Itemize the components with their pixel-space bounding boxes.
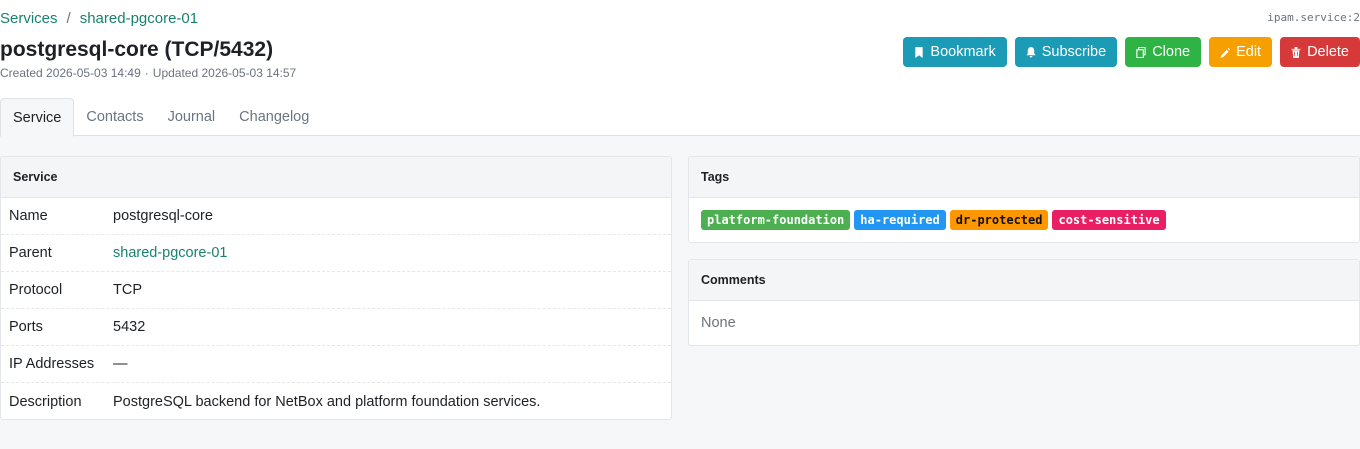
copy-icon xyxy=(1136,46,1146,58)
comments-card-header: Comments xyxy=(689,260,1359,301)
page-title: postgresql-core (TCP/5432) xyxy=(0,38,274,61)
attribute-row-ports: Ports 5432 xyxy=(1,309,671,346)
tags-card-header: Tags xyxy=(689,157,1359,198)
tab-changelog[interactable]: Changelog xyxy=(227,98,321,136)
attribute-value: TCP xyxy=(113,282,142,298)
tag-badge[interactable]: cost-sensitive xyxy=(1052,210,1166,230)
attribute-label: Protocol xyxy=(9,282,63,298)
subscribe-button-label: Subscribe xyxy=(1041,44,1107,60)
attribute-value: 5432 xyxy=(113,319,146,335)
attribute-value: PostgreSQL backend for NetBox and platfo… xyxy=(113,393,541,410)
attribute-value: postgresql-core xyxy=(113,208,213,224)
edit-button[interactable]: Edit xyxy=(1209,37,1273,67)
attribute-label: Name xyxy=(9,208,48,224)
bookmark-icon xyxy=(915,46,924,58)
tag-list: platform-foundation ha-required dr-prote… xyxy=(689,198,1359,242)
service-card-header: Service xyxy=(1,157,671,198)
attribute-label: Parent xyxy=(9,245,52,261)
service-card: Service Name postgresql-core Parent shar… xyxy=(0,156,672,420)
tab-service[interactable]: Service xyxy=(0,98,75,137)
comments-card: Comments None xyxy=(688,259,1360,346)
breadcrumb-separator: / xyxy=(66,10,71,27)
timestamp-separator: · xyxy=(144,66,149,80)
breadcrumb-services-link[interactable]: Services xyxy=(0,10,58,27)
attribute-label: Ports xyxy=(9,319,43,335)
breadcrumb: Services / shared-pgcore-01 xyxy=(0,10,198,27)
object-timestamps: Created 2026-05-03 14:49 · Updated 2026-… xyxy=(0,66,296,80)
delete-button[interactable]: Delete xyxy=(1280,37,1360,67)
pencil-icon xyxy=(1220,47,1231,58)
attribute-row-ip-addresses: IP Addresses — xyxy=(1,346,671,383)
parent-device-link[interactable]: shared-pgcore-01 xyxy=(113,245,227,261)
bookmark-button-label: Bookmark xyxy=(930,44,996,60)
attribute-label: Description xyxy=(9,393,82,410)
tag-badge[interactable]: platform-foundation xyxy=(701,210,851,230)
created-timestamp: Created 2026-05-03 14:49 xyxy=(0,66,141,80)
edit-button-label: Edit xyxy=(1236,44,1262,60)
tags-card: Tags platform-foundation ha-required dr-… xyxy=(688,156,1360,243)
attribute-row-name: Name postgresql-core xyxy=(1,198,671,235)
attribute-row-parent: Parent shared-pgcore-01 xyxy=(1,235,671,272)
bookmark-button[interactable]: Bookmark xyxy=(903,37,1007,67)
breadcrumb-device-link[interactable]: shared-pgcore-01 xyxy=(80,10,198,27)
action-buttons: Bookmark Subscribe Clone Edit Delete xyxy=(903,37,1360,67)
tag-badge[interactable]: dr-protected xyxy=(949,210,1049,230)
updated-timestamp: Updated 2026-05-03 14:57 xyxy=(152,66,297,80)
clone-button[interactable]: Clone xyxy=(1125,37,1202,67)
trash-icon xyxy=(1291,46,1301,58)
attribute-value: — xyxy=(113,356,128,372)
page-header: Services / shared-pgcore-01 ipam.service… xyxy=(0,0,1360,137)
delete-button-label: Delete xyxy=(1307,44,1349,60)
tab-journal[interactable]: Journal xyxy=(156,98,228,136)
clone-button-label: Clone xyxy=(1152,44,1191,60)
comments-body: None xyxy=(701,315,736,331)
tab-contacts[interactable]: Contacts xyxy=(74,98,155,136)
attribute-label: IP Addresses xyxy=(9,356,95,372)
tag-badge[interactable]: ha-required xyxy=(854,210,946,230)
object-tabs: Service Contacts Journal Changelog xyxy=(0,98,1360,137)
attribute-row-protocol: Protocol TCP xyxy=(1,272,671,309)
subscribe-button[interactable]: Subscribe xyxy=(1014,37,1118,67)
attribute-row-description: Description PostgreSQL backend for NetBo… xyxy=(1,383,671,419)
bell-icon xyxy=(1026,46,1036,58)
object-identifier: ipam.service:2 xyxy=(1267,11,1360,24)
